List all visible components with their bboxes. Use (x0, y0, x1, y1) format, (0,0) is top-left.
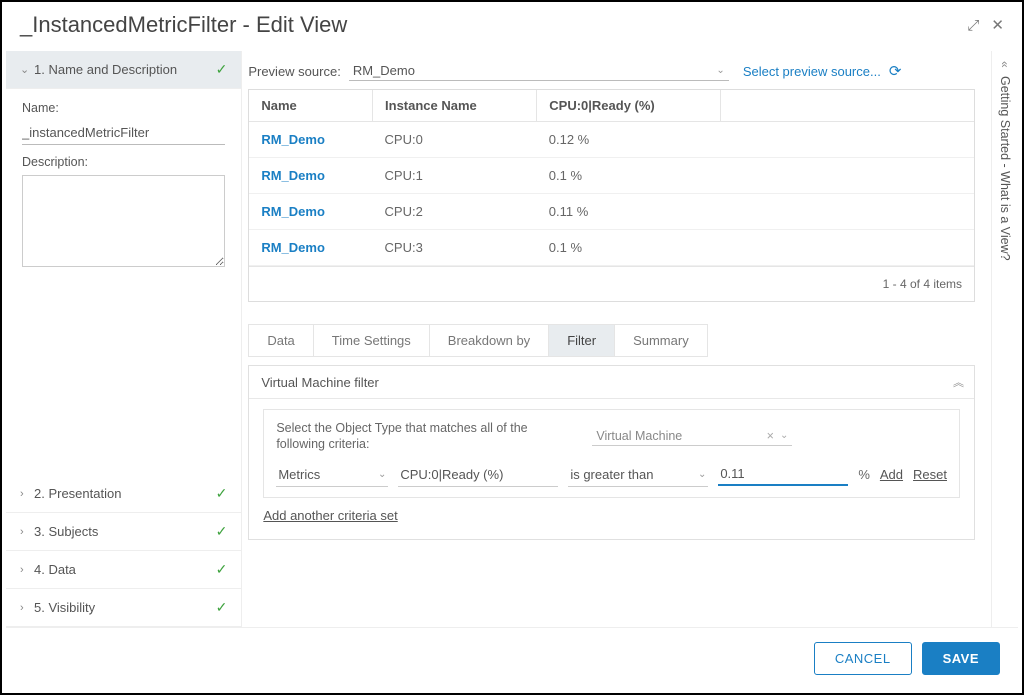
filter-panel: Virtual Machine filter ︽ Select the Obje… (248, 365, 975, 540)
check-icon: ✓ (216, 61, 228, 78)
step-name-description[interactable]: ⌄ 1. Name and Description ✓ (6, 51, 241, 89)
clear-icon[interactable]: × (767, 429, 774, 443)
cell-name[interactable]: RM_Demo (249, 230, 372, 266)
cancel-button[interactable]: CANCEL (814, 642, 912, 675)
criteria-description: Select the Object Type that matches all … (276, 420, 576, 453)
chevron-right-icon: › (20, 602, 34, 614)
step-presentation[interactable]: › 2. Presentation ✓ (6, 475, 241, 513)
cell-ready: 0.12 % (537, 122, 721, 158)
save-button[interactable]: SAVE (922, 642, 1000, 675)
tab-data[interactable]: Data (249, 325, 313, 356)
select-preview-source-link[interactable]: Select preview source... (743, 64, 881, 79)
cell-name[interactable]: RM_Demo (249, 158, 372, 194)
rail-title: Getting Started - What is a View? (998, 76, 1012, 261)
grid-footer: 1 - 4 of 4 items (249, 266, 974, 301)
preview-source-select[interactable]: RM_Demo ⌄ (349, 61, 729, 81)
col-instance[interactable]: Instance Name (373, 90, 537, 122)
preview-source-row: Preview source: RM_Demo ⌄ Select preview… (242, 61, 981, 89)
tab-time-settings[interactable]: Time Settings (314, 325, 430, 356)
grid-header-row: Name Instance Name CPU:0|Ready (%) (249, 90, 974, 122)
check-icon: ✓ (216, 561, 228, 578)
step-label: 2. Presentation (34, 486, 216, 501)
step-label: 5. Visibility (34, 600, 216, 615)
chevron-down-icon: ⌄ (20, 63, 34, 76)
metric-name-field[interactable]: CPU:0|Ready (%) (398, 463, 558, 487)
table-row[interactable]: RM_DemoCPU:20.11 % (249, 194, 974, 230)
dialog-footer: CANCEL SAVE (6, 627, 1018, 689)
preview-source-value: RM_Demo (353, 63, 415, 78)
step-visibility[interactable]: › 5. Visibility ✓ (6, 589, 241, 627)
expand-rail-icon[interactable]: « (998, 61, 1012, 68)
step-label: 1. Name and Description (34, 62, 216, 77)
metric-kind-select[interactable]: Metrics ⌄ (276, 463, 388, 487)
chevron-right-icon: › (20, 488, 34, 500)
object-type-select[interactable]: Virtual Machine × ⌄ (592, 427, 792, 446)
filter-panel-title: Virtual Machine filter (261, 375, 379, 390)
step-label: 3. Subjects (34, 524, 216, 539)
chevron-down-icon: ⌄ (698, 469, 706, 480)
table-row[interactable]: RM_DemoCPU:00.12 % (249, 122, 974, 158)
collapse-icon[interactable]: ︽ (953, 374, 962, 390)
chevron-down-icon: ⌄ (780, 430, 788, 441)
refresh-icon[interactable]: ⟳ (889, 62, 902, 80)
add-criteria-link[interactable]: Add (880, 467, 903, 482)
tab-breakdown-by[interactable]: Breakdown by (430, 325, 549, 356)
name-label: Name: (22, 101, 225, 115)
col-name[interactable]: Name (249, 90, 372, 122)
cell-ready: 0.1 % (537, 230, 721, 266)
col-ready[interactable]: CPU:0|Ready (%) (537, 90, 721, 122)
step-label: 4. Data (34, 562, 216, 577)
cell-instance: CPU:3 (373, 230, 537, 266)
criteria-row: Metrics ⌄ CPU:0|Ready (%) is greater tha… (276, 463, 947, 487)
col-spacer (720, 90, 974, 122)
cell-instance: CPU:0 (373, 122, 537, 158)
getting-started-rail[interactable]: « Getting Started - What is a View? (991, 51, 1018, 627)
name-input[interactable] (22, 121, 225, 145)
table-row[interactable]: RM_DemoCPU:10.1 % (249, 158, 974, 194)
cell-instance: CPU:2 (373, 194, 537, 230)
cell-ready: 0.11 % (537, 194, 721, 230)
check-icon: ✓ (216, 523, 228, 540)
chevron-right-icon: › (20, 564, 34, 576)
table-row[interactable]: RM_DemoCPU:30.1 % (249, 230, 974, 266)
expand-icon[interactable]: ⤢ (967, 17, 979, 34)
check-icon: ✓ (216, 485, 228, 502)
chevron-down-icon: ⌄ (716, 65, 724, 76)
step-name-description-content: Name: Description: (6, 89, 241, 475)
add-criteria-set-link[interactable]: Add another criteria set (263, 508, 397, 523)
chevron-down-icon: ⌄ (378, 469, 386, 480)
chevron-right-icon: › (20, 526, 34, 538)
cell-ready: 0.1 % (537, 158, 721, 194)
cell-name[interactable]: RM_Demo (249, 122, 372, 158)
step-subjects[interactable]: › 3. Subjects ✓ (6, 513, 241, 551)
check-icon: ✓ (216, 599, 228, 616)
tab-filter[interactable]: Filter (549, 325, 615, 356)
reset-criteria-link[interactable]: Reset (913, 467, 947, 482)
object-type-value: Virtual Machine (596, 429, 766, 443)
dialog-titlebar: _InstancedMetricFilter - Edit View ⤢ ✕ (6, 6, 1018, 50)
cell-name[interactable]: RM_Demo (249, 194, 372, 230)
wizard-sidebar: ⌄ 1. Name and Description ✓ Name: Descri… (6, 51, 242, 627)
preview-grid: Name Instance Name CPU:0|Ready (%) RM_De… (248, 89, 975, 302)
unit-label: % (858, 467, 870, 482)
cell-instance: CPU:1 (373, 158, 537, 194)
close-icon[interactable]: ✕ (991, 16, 1004, 34)
step-data[interactable]: › 4. Data ✓ (6, 551, 241, 589)
dialog-title: _InstancedMetricFilter - Edit View (20, 12, 955, 38)
config-tabs: DataTime SettingsBreakdown byFilterSumma… (248, 324, 707, 357)
description-label: Description: (22, 155, 225, 169)
operator-select[interactable]: is greater than ⌄ (568, 463, 708, 487)
value-input[interactable] (718, 463, 848, 486)
tab-summary[interactable]: Summary (615, 325, 707, 356)
description-input[interactable] (22, 175, 225, 267)
preview-source-label: Preview source: (248, 64, 340, 79)
